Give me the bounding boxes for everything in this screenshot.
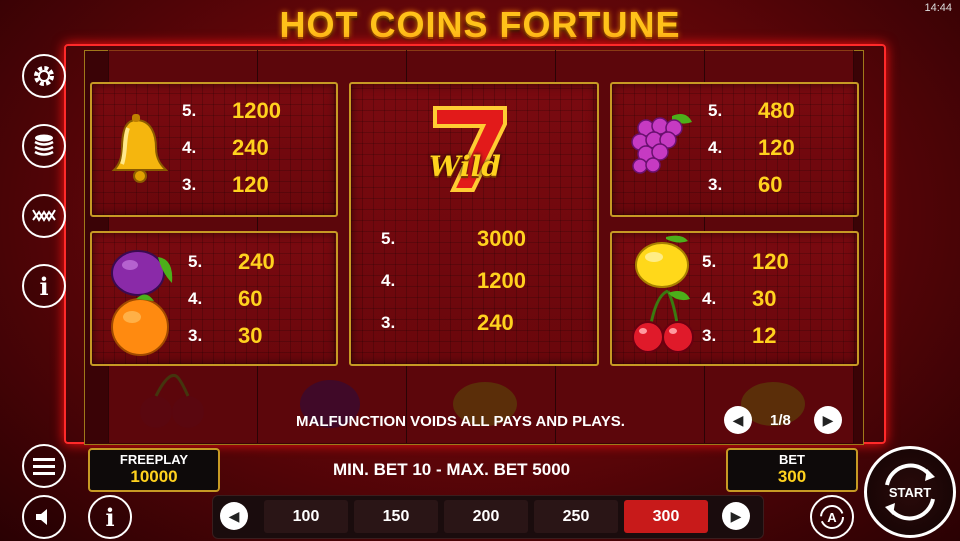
speaker-icon — [36, 509, 47, 525]
pay-row: 5. 240 — [188, 249, 275, 275]
svg-text:A: A — [827, 510, 837, 525]
chevron-right-icon: ▶ — [822, 411, 834, 428]
bet-limits-text: MIN. BET 10 - MAX. BET 5000 — [333, 460, 571, 479]
bet-decrease-button[interactable]: ◀ — [220, 502, 248, 530]
payout: 120 — [758, 135, 795, 160]
game-info-button[interactable]: i — [88, 495, 132, 539]
bet-option[interactable]: 100 — [264, 500, 348, 533]
autoplay-icon: A — [820, 505, 844, 529]
chevron-left-icon: ◀ — [228, 507, 240, 524]
count: 3. — [702, 326, 717, 345]
pay-row: 4. 1200 — [381, 268, 526, 294]
payout: 480 — [758, 98, 795, 123]
payout: 120 — [232, 172, 269, 197]
pay-row: 3. 120 — [182, 172, 269, 198]
disclaimer-text: MALFUNCTION VOIDS ALL PAYS AND PLAYS. — [296, 413, 625, 430]
paytable-plum-orange-panel: 5. 240 4. 60 3. 30 — [90, 231, 338, 366]
info-button[interactable]: i — [22, 264, 66, 308]
bet-option[interactable]: 250 — [534, 500, 618, 533]
start-label: START — [888, 484, 932, 500]
prev-page-button[interactable]: ◀ — [724, 406, 752, 434]
count: 5. — [188, 252, 203, 271]
count: 3. — [188, 326, 203, 345]
page-indicator: 1/8 — [770, 412, 791, 429]
freeplay-value: 10000 — [130, 467, 178, 486]
pay-row: 4. 120 — [708, 135, 795, 161]
cherry-bg-icon — [140, 373, 204, 428]
count: 3. — [381, 313, 396, 332]
freeplay-display: FREEPLAY 10000 — [88, 448, 220, 492]
chevron-right-icon: ▶ — [730, 507, 742, 524]
bet-option[interactable]: 150 — [354, 500, 438, 533]
pay-row: 5. 480 — [708, 98, 795, 124]
bet-label: BET — [779, 452, 805, 467]
autoplay-button[interactable]: A — [810, 495, 854, 539]
count: 5. — [708, 101, 723, 120]
payout: 12 — [752, 323, 777, 348]
paytable-wild-panel: Wild 5. 3000 4. 1200 3. 240 — [349, 82, 599, 366]
pay-row: 4. 30 — [702, 286, 776, 312]
count: 4. — [188, 289, 203, 308]
count: 5. — [702, 252, 717, 271]
plum-orange-icon — [111, 250, 173, 356]
count: 5. — [182, 101, 197, 120]
pay-row: 3. 240 — [381, 310, 514, 336]
bet-value: 300 — [777, 467, 807, 486]
coins-button[interactable] — [22, 124, 66, 168]
paylines-button[interactable] — [22, 194, 66, 238]
payout: 60 — [758, 172, 783, 197]
bet-option-selected[interactable]: 300 — [624, 500, 708, 533]
pay-row: 3. 30 — [188, 323, 262, 349]
freeplay-label: FREEPLAY — [119, 452, 189, 467]
coin-stack-icon — [34, 134, 54, 156]
game-title: HOT COINS FORTUNE — [279, 4, 681, 45]
count: 4. — [381, 271, 396, 290]
grapes-icon — [631, 114, 692, 174]
count: 4. — [702, 289, 717, 308]
pay-row: 4. 60 — [188, 286, 262, 312]
payout: 60 — [238, 286, 263, 311]
pay-row: 5. 3000 — [381, 226, 526, 252]
wild-label: Wild — [429, 150, 501, 183]
payout: 30 — [752, 286, 777, 311]
sound-button[interactable] — [22, 495, 66, 539]
payout: 1200 — [232, 98, 281, 123]
info-icon: i — [105, 502, 115, 532]
paytable-lemon-cherry-panel: 5. 120 4. 30 3. 12 — [610, 231, 859, 366]
bet-display: BET 300 — [726, 448, 858, 492]
payout: 240 — [477, 310, 514, 335]
settings-button[interactable] — [22, 54, 66, 98]
pay-row: 5. 1200 — [182, 98, 281, 124]
payout: 1200 — [477, 268, 526, 293]
payout: 30 — [238, 323, 263, 348]
lemon-cherry-icon — [632, 235, 694, 353]
hamburger-icon — [33, 458, 55, 475]
start-button[interactable]: START — [864, 446, 956, 538]
pay-row: 3. 12 — [702, 323, 776, 349]
bet-option[interactable]: 200 — [444, 500, 528, 533]
payout: 3000 — [477, 226, 526, 251]
pay-row: 4. 240 — [182, 135, 269, 161]
payout: 240 — [232, 135, 269, 160]
payout: 120 — [752, 249, 789, 274]
info-icon: i — [39, 271, 49, 301]
gear-icon — [34, 66, 54, 86]
bell-icon — [111, 114, 168, 183]
count: 3. — [708, 175, 723, 194]
paytable-grapes-panel: 5. 480 4. 120 3. 60 — [610, 82, 859, 217]
paylines-icon — [32, 209, 56, 222]
paytable-bell-panel: 5. 1200 4. 240 3. 120 — [90, 82, 338, 217]
count: 4. — [708, 138, 723, 157]
menu-button[interactable] — [22, 444, 66, 488]
payout: 240 — [238, 249, 275, 274]
pay-row: 3. 60 — [708, 172, 782, 198]
count: 4. — [182, 138, 197, 157]
pay-row: 5. 120 — [702, 249, 789, 275]
next-page-button[interactable]: ▶ — [814, 406, 842, 434]
count: 3. — [182, 175, 197, 194]
chevron-left-icon: ◀ — [732, 411, 744, 428]
bet-increase-button[interactable]: ▶ — [722, 502, 750, 530]
count: 5. — [381, 229, 396, 248]
